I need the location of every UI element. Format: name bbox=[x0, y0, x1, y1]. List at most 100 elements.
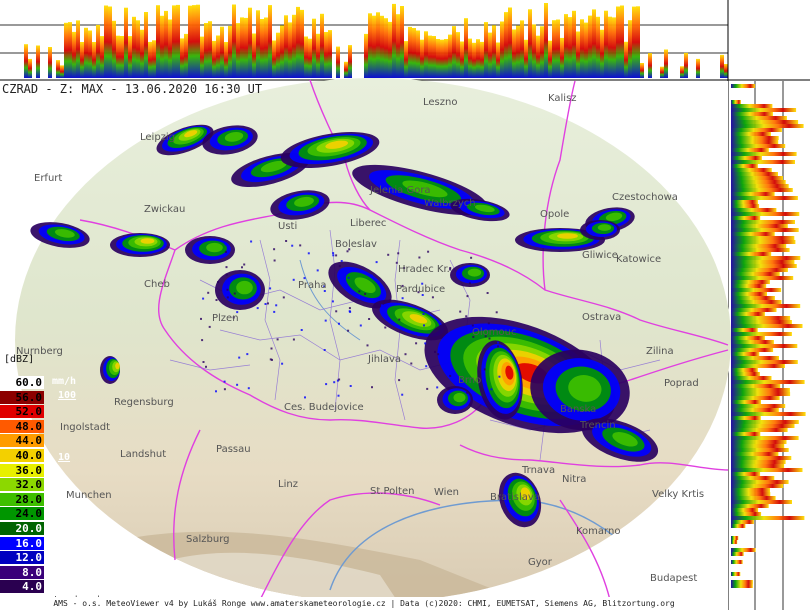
profile-row bbox=[731, 128, 782, 132]
profile-row bbox=[731, 160, 795, 164]
profile-column bbox=[164, 10, 168, 78]
city-label: Jihlava bbox=[367, 354, 401, 365]
profile-row bbox=[731, 376, 772, 380]
legend-rate-label: 0.1 bbox=[56, 572, 75, 583]
city-label: Ostrava bbox=[582, 312, 621, 323]
side-max-profile bbox=[729, 81, 810, 610]
city-label: Gliwice bbox=[582, 250, 618, 261]
echo-speckle bbox=[269, 358, 272, 361]
profile-column bbox=[144, 12, 148, 78]
profile-row bbox=[731, 180, 786, 184]
profile-column bbox=[632, 6, 636, 79]
echo-speckle bbox=[498, 375, 501, 378]
echo-speckle bbox=[224, 250, 227, 253]
echo-speckle bbox=[338, 322, 340, 325]
echo-speckle bbox=[233, 292, 236, 295]
profile-column bbox=[168, 19, 172, 78]
echo-speckle bbox=[217, 281, 219, 284]
profile-column bbox=[204, 23, 208, 78]
city-label: Komarno bbox=[576, 526, 620, 537]
profile-column bbox=[540, 26, 544, 78]
profile-column bbox=[48, 47, 52, 78]
profile-column bbox=[620, 5, 624, 78]
profile-row bbox=[731, 256, 801, 260]
profile-row bbox=[731, 372, 760, 376]
echo-cell bbox=[215, 270, 265, 310]
profile-row bbox=[731, 216, 761, 220]
profile-row bbox=[731, 320, 792, 324]
profile-column bbox=[396, 14, 400, 78]
echo-speckle bbox=[497, 345, 500, 348]
profile-row bbox=[731, 228, 799, 232]
profile-row bbox=[731, 552, 744, 556]
legend-row: 40.0 bbox=[0, 449, 44, 462]
echo-speckle bbox=[323, 349, 326, 351]
profile-column bbox=[404, 41, 408, 78]
echo-speckle bbox=[431, 296, 434, 299]
profile-column bbox=[616, 6, 620, 78]
profile-row bbox=[731, 132, 771, 136]
profile-column bbox=[364, 33, 368, 78]
profile-column bbox=[392, 3, 396, 78]
profile-column bbox=[680, 66, 684, 78]
echo-speckle bbox=[226, 288, 229, 291]
profile-row bbox=[731, 236, 795, 240]
echo-speckle bbox=[316, 269, 319, 272]
city-label: Bratislava bbox=[490, 492, 540, 503]
profile-row bbox=[731, 384, 781, 388]
profile-column bbox=[480, 41, 484, 78]
legend-unit-rate: mm/h bbox=[52, 376, 77, 387]
echo-speckle bbox=[383, 301, 386, 304]
profile-column bbox=[192, 5, 196, 79]
echo-speckle bbox=[466, 391, 469, 394]
profile-column bbox=[420, 39, 424, 78]
profile-column bbox=[324, 32, 328, 78]
echo-speckle bbox=[380, 304, 383, 307]
profile-column bbox=[212, 40, 216, 78]
profile-column bbox=[128, 36, 132, 78]
profile-column bbox=[504, 12, 508, 79]
profile-column bbox=[148, 41, 152, 78]
echo-speckle bbox=[256, 307, 259, 310]
echo-cell bbox=[437, 386, 473, 414]
city-label: Brno bbox=[458, 375, 481, 386]
profile-row bbox=[731, 196, 798, 200]
profile-row bbox=[731, 204, 760, 208]
city-label: Jelenia Gora bbox=[369, 185, 431, 196]
profile-column bbox=[92, 42, 96, 78]
profile-column bbox=[276, 32, 280, 78]
profile-row bbox=[731, 296, 775, 300]
echo-speckle bbox=[273, 248, 276, 251]
profile-row bbox=[731, 348, 774, 352]
echo-speckle bbox=[225, 266, 228, 269]
echo-speckle bbox=[225, 273, 228, 276]
profile-column bbox=[336, 46, 340, 78]
profile-row bbox=[731, 116, 787, 120]
profile-row bbox=[731, 220, 795, 224]
profile-row bbox=[731, 144, 786, 148]
echo-speckle bbox=[437, 353, 440, 356]
profile-row bbox=[731, 524, 746, 528]
legend-row: 44.0 bbox=[0, 434, 44, 448]
echo-speckle bbox=[201, 339, 204, 342]
echo-speckle bbox=[368, 318, 371, 320]
profile-column bbox=[436, 39, 440, 78]
echo-speckle bbox=[202, 361, 205, 363]
city-label: Nitra bbox=[562, 474, 586, 485]
echo-speckle bbox=[387, 253, 390, 256]
echo-cell bbox=[580, 220, 620, 240]
echo-speckle bbox=[349, 310, 352, 313]
echo-speckle bbox=[349, 385, 352, 387]
profile-column bbox=[376, 12, 380, 78]
city-label: Landshut bbox=[120, 449, 166, 460]
legend-row: 12.0 bbox=[0, 551, 44, 565]
profile-row bbox=[731, 516, 805, 520]
profile-row bbox=[731, 488, 770, 492]
echo-speckle bbox=[202, 297, 205, 300]
city-label: Ces. Budejovice bbox=[284, 402, 364, 413]
profile-column bbox=[184, 33, 188, 78]
echo-speckle bbox=[422, 313, 425, 315]
profile-row bbox=[731, 272, 780, 276]
profile-column bbox=[452, 26, 456, 79]
profile-column bbox=[696, 58, 700, 78]
